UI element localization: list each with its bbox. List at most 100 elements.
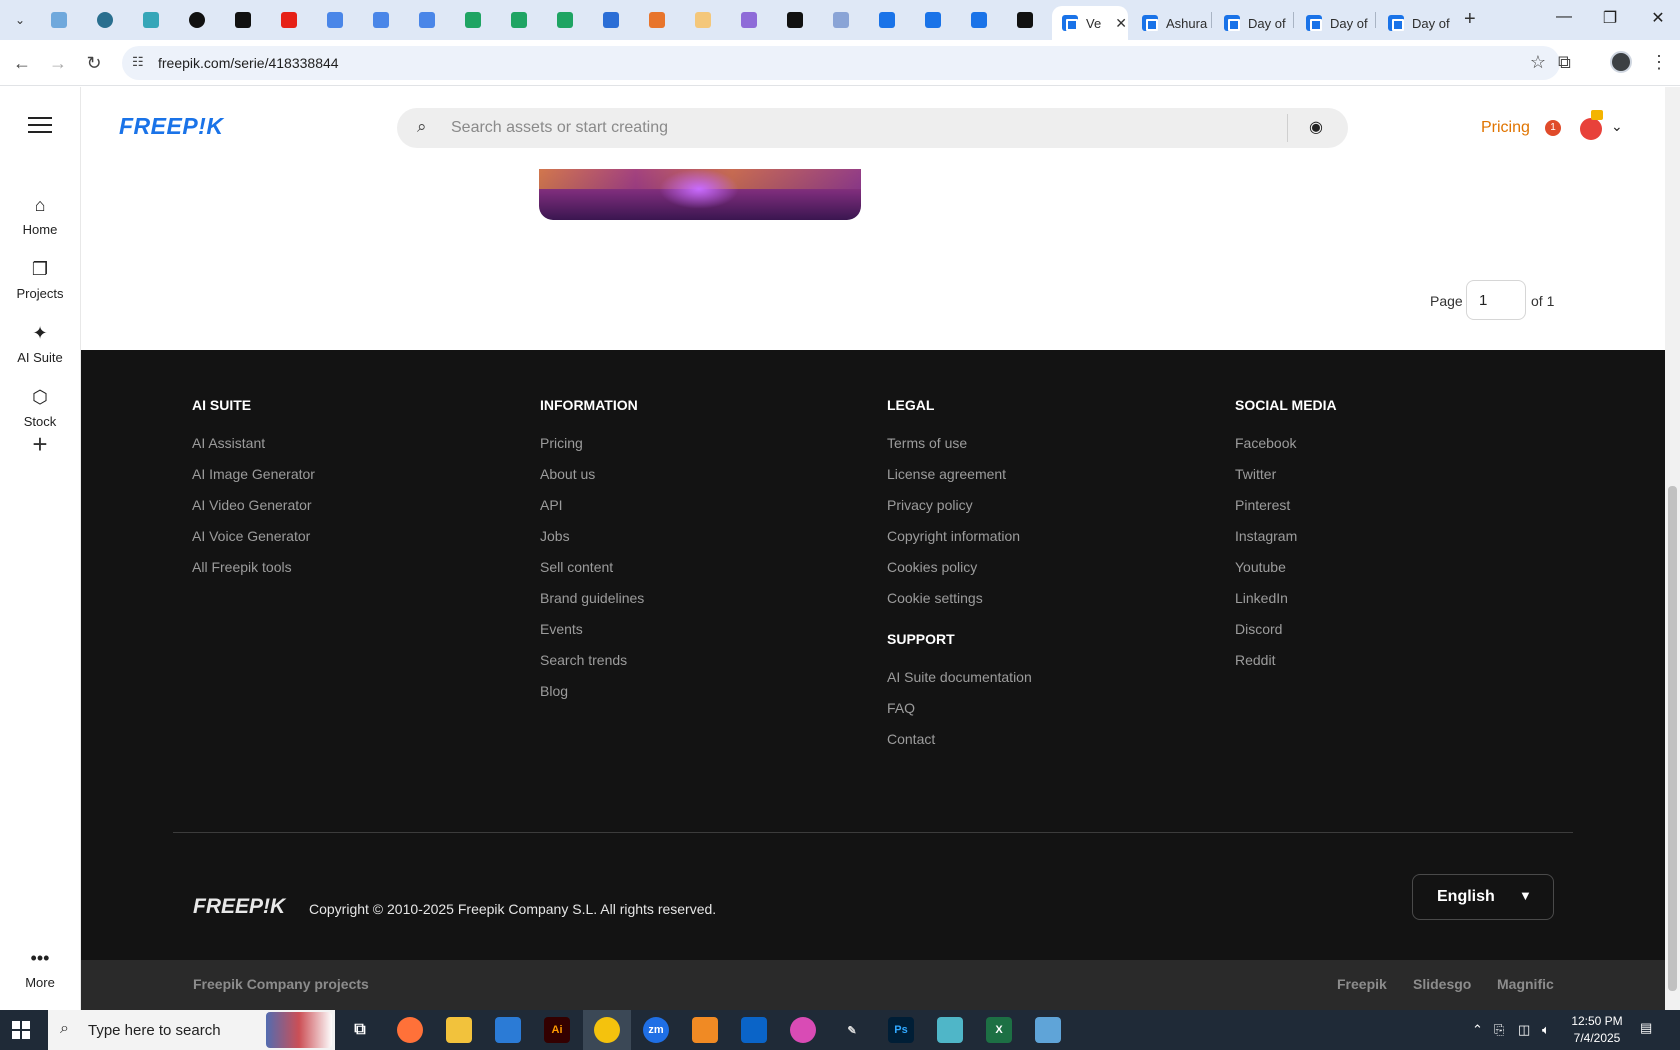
- footer-link[interactable]: About us: [540, 464, 644, 495]
- back-button[interactable]: ←: [10, 51, 34, 75]
- photoshop-icon[interactable]: Ps: [888, 1017, 914, 1043]
- pricing-link[interactable]: Pricing: [1481, 119, 1530, 137]
- notification-center-icon[interactable]: ▤: [1640, 1020, 1660, 1040]
- pinned-tab[interactable]: [324, 9, 346, 31]
- pinned-tab[interactable]: [784, 9, 806, 31]
- footer-link[interactable]: AI Suite documentation: [887, 667, 1032, 698]
- tab[interactable]: Day of: [1296, 6, 1376, 40]
- pinned-tab[interactable]: [600, 9, 622, 31]
- footer-link[interactable]: Instagram: [1235, 526, 1337, 557]
- pinned-tab[interactable]: [508, 9, 530, 31]
- outlook-icon[interactable]: [741, 1017, 767, 1043]
- language-select[interactable]: English ▼: [1412, 874, 1554, 920]
- user-avatar[interactable]: [1580, 118, 1602, 140]
- reload-button[interactable]: ↻: [82, 51, 106, 75]
- new-tab-button[interactable]: +: [1464, 8, 1476, 31]
- footer-link[interactable]: License agreement: [887, 464, 1032, 495]
- pinned-tab[interactable]: [554, 9, 576, 31]
- footer-link[interactable]: Reddit: [1235, 650, 1337, 681]
- footer-link[interactable]: All Freepik tools: [192, 557, 315, 588]
- add-button[interactable]: +: [19, 423, 61, 465]
- scrollbar-thumb[interactable]: [1668, 486, 1677, 991]
- windows-start-icon[interactable]: [12, 1021, 30, 1039]
- footer-link[interactable]: Privacy policy: [887, 495, 1032, 526]
- footer-link[interactable]: Youtube: [1235, 557, 1337, 588]
- chrome-icon[interactable]: [594, 1017, 620, 1043]
- network-icon[interactable]: ⎘: [1494, 1022, 1504, 1038]
- volume-icon[interactable]: 🔈︎: [1542, 1022, 1550, 1038]
- footer-link[interactable]: AI Voice Generator: [192, 526, 315, 557]
- extensions-icon[interactable]: ⧉: [1558, 52, 1571, 73]
- tab-search-button[interactable]: ⌄: [8, 8, 32, 32]
- pen-tool-icon[interactable]: ✎: [839, 1017, 865, 1043]
- footer-link[interactable]: Pricing: [540, 433, 644, 464]
- footer-link[interactable]: FAQ: [887, 698, 1032, 729]
- pinned-tab[interactable]: [462, 9, 484, 31]
- footer-logo[interactable]: FREEP!K: [193, 895, 285, 919]
- tab[interactable]: Ashura: [1132, 6, 1208, 40]
- footer-link[interactable]: AI Image Generator: [192, 464, 315, 495]
- tab[interactable]: Day of: [1214, 6, 1294, 40]
- forward-button[interactable]: →: [46, 51, 70, 75]
- footer-link[interactable]: Blog: [540, 681, 644, 712]
- tab[interactable]: Day of: [1378, 6, 1458, 40]
- sidebar-item-home[interactable]: ⌂ Home: [0, 194, 80, 237]
- footer-link[interactable]: Contact: [887, 729, 1032, 760]
- tab-active[interactable]: Ve ✕: [1052, 6, 1128, 40]
- url-text[interactable]: freepik.com/serie/418338844: [158, 55, 339, 71]
- project-link[interactable]: Slidesgo: [1413, 976, 1471, 992]
- pinned-tab[interactable]: [646, 9, 668, 31]
- pinned-tab[interactable]: [94, 9, 116, 31]
- chevron-down-icon[interactable]: ⌄: [1611, 118, 1623, 135]
- pinned-tab[interactable]: [370, 9, 392, 31]
- close-tab-icon[interactable]: ✕: [1115, 15, 1127, 32]
- pinned-tab[interactable]: [830, 9, 852, 31]
- footer-link[interactable]: Facebook: [1235, 433, 1337, 464]
- footer-link[interactable]: AI Video Generator: [192, 495, 315, 526]
- app-icon[interactable]: [1035, 1017, 1061, 1043]
- pinned-tab[interactable]: [968, 9, 990, 31]
- wifi-icon[interactable]: ◫: [1518, 1022, 1530, 1038]
- pinned-tab[interactable]: [232, 9, 254, 31]
- minimize-button[interactable]: —: [1552, 8, 1576, 26]
- bookmark-star-icon[interactable]: ☆: [1530, 52, 1546, 73]
- pinned-tab[interactable]: [278, 9, 300, 31]
- search-input[interactable]: [451, 108, 1251, 148]
- footer-link[interactable]: Cookie settings: [887, 588, 1032, 619]
- footer-link[interactable]: Sell content: [540, 557, 644, 588]
- pinned-tab[interactable]: [186, 9, 208, 31]
- footer-link[interactable]: Cookies policy: [887, 557, 1032, 588]
- chrome-menu-icon[interactable]: ⋮: [1650, 52, 1668, 73]
- pinned-tab[interactable]: [140, 9, 162, 31]
- pinned-tab[interactable]: [48, 9, 70, 31]
- footer-link[interactable]: LinkedIn: [1235, 588, 1337, 619]
- taskbar-search[interactable]: ⌕ Type here to search: [48, 1010, 335, 1050]
- sidebar-item-ai-suite[interactable]: ✦ AI Suite: [0, 322, 80, 365]
- footer-link[interactable]: API: [540, 495, 644, 526]
- pinned-tab[interactable]: [922, 9, 944, 31]
- footer-link[interactable]: Jobs: [540, 526, 644, 557]
- pinned-tab[interactable]: [1014, 9, 1036, 31]
- footer-link[interactable]: Events: [540, 619, 644, 650]
- task-view-icon[interactable]: ⧉: [347, 1017, 373, 1043]
- pinned-tab[interactable]: [738, 9, 760, 31]
- pinned-tab[interactable]: [876, 9, 898, 31]
- vscode-icon[interactable]: [495, 1017, 521, 1043]
- address-bar[interactable]: ☷ freepik.com/serie/418338844 ☆: [122, 46, 1560, 80]
- close-window-button[interactable]: ✕: [1646, 8, 1670, 28]
- taskbar-clock[interactable]: 12:50 PM 7/4/2025: [1562, 1013, 1632, 1047]
- creative-cloud-icon[interactable]: [790, 1017, 816, 1043]
- xampp-icon[interactable]: [692, 1017, 718, 1043]
- footer-link[interactable]: AI Assistant: [192, 433, 315, 464]
- page-number-input[interactable]: [1466, 280, 1526, 320]
- illustrator-icon[interactable]: Ai: [544, 1017, 570, 1043]
- sidebar-item-more[interactable]: ••• More: [0, 947, 80, 990]
- restore-button[interactable]: ❐: [1598, 8, 1622, 28]
- show-hidden-icons[interactable]: ⌃: [1472, 1022, 1483, 1038]
- sidebar-item-projects[interactable]: ❐ Projects: [0, 258, 80, 301]
- project-link[interactable]: Magnific: [1497, 976, 1554, 992]
- excel-icon[interactable]: X: [986, 1017, 1012, 1043]
- footer-link[interactable]: Terms of use: [887, 433, 1032, 464]
- footer-link[interactable]: Twitter: [1235, 464, 1337, 495]
- footer-link[interactable]: Pinterest: [1235, 495, 1337, 526]
